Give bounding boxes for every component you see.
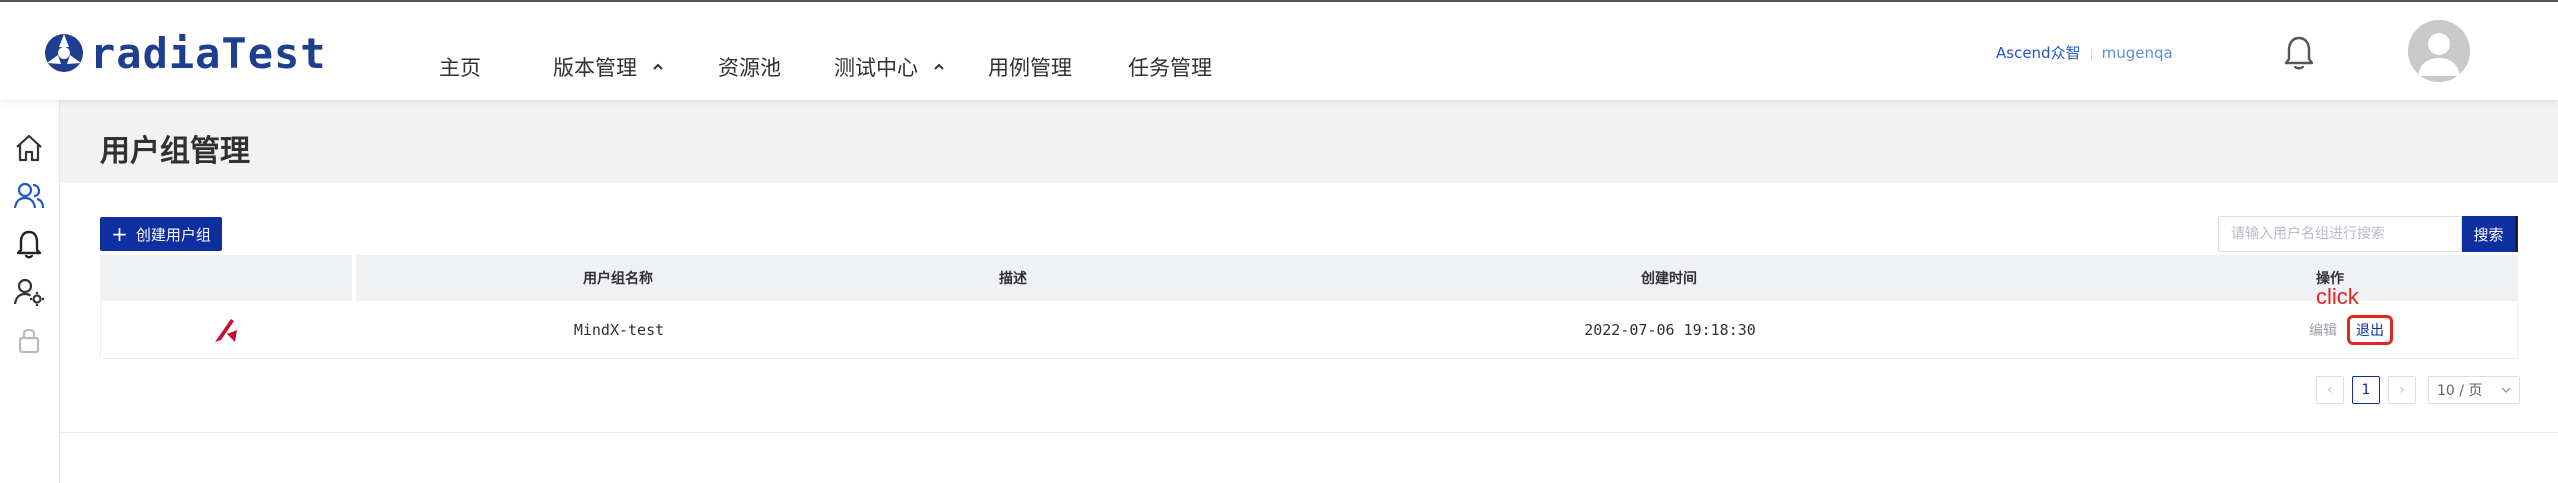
edit-link[interactable]: 编辑 — [2309, 320, 2337, 340]
prev-page-button[interactable]: ‹ — [2316, 376, 2344, 404]
exit-group-link[interactable]: 退出 — [2347, 314, 2393, 345]
nav-home[interactable]: 主页 — [439, 52, 481, 82]
logo-text: radiaTest — [90, 28, 327, 78]
nav-version-label: 版本管理 — [553, 56, 637, 80]
next-page-button[interactable]: › — [2388, 376, 2416, 404]
column-header-description: 描述 — [999, 271, 1027, 287]
page-size-select[interactable]: 10 / 页 — [2428, 376, 2520, 404]
create-button-label: 创建用户组 — [135, 225, 211, 244]
nav-case-management[interactable]: 用例管理 — [988, 52, 1072, 82]
click-annotation: click — [2316, 284, 2359, 309]
notification-bell-icon[interactable] — [2282, 34, 2316, 72]
column-header-name: 用户组名称 — [583, 271, 653, 287]
group-name-cell: MindX-test — [573, 320, 665, 339]
nav-version-management[interactable]: 版本管理 — [553, 52, 665, 82]
nav-case-label: 用例管理 — [988, 56, 1072, 80]
lock-icon[interactable] — [13, 324, 45, 356]
app-logo[interactable]: radiaTest — [42, 28, 327, 78]
pagination: ‹ 1 › 10 / 页 — [2316, 375, 2520, 405]
group-created-cell: 2022-07-06 19:18:30 — [1584, 320, 1756, 339]
left-sidebar — [0, 100, 60, 483]
page-title: 用户组管理 — [100, 134, 250, 169]
radiatest-logo-icon — [45, 34, 83, 72]
bell-icon[interactable] — [13, 228, 45, 260]
table-row: MindX-test 2022-07-06 19:18:30 编辑 退出 — [100, 301, 2518, 359]
nav-test-center-label: 测试中心 — [834, 56, 918, 80]
group-avatar — [101, 301, 353, 358]
create-user-group-button[interactable]: + 创建用户组 — [100, 217, 222, 251]
nav-test-center[interactable]: 测试中心 — [834, 52, 946, 82]
avatar-placeholder-icon — [2408, 20, 2470, 82]
main-content: + 创建用户组 搜索 用户组名称 描述 创建时间 操作 MindX-test 2… — [60, 183, 2558, 433]
user-name[interactable]: mugenqa — [2102, 44, 2173, 62]
nav-resource-label: 资源池 — [718, 56, 781, 80]
page-size-value: 10 / 页 — [2437, 383, 2483, 399]
nav-task-label: 任务管理 — [1128, 56, 1212, 80]
user-info: Ascend众智 mugenqa — [1996, 42, 2173, 63]
user-group-table: 用户组名称 描述 创建时间 操作 MindX-test 2022-07-06 1… — [100, 255, 2518, 359]
user-settings-icon[interactable] — [13, 276, 45, 308]
column-header-created: 创建时间 — [1641, 271, 1697, 287]
chevron-down-icon — [2501, 387, 2511, 393]
nav-resource-pool[interactable]: 资源池 — [718, 52, 781, 82]
search-button-label: 搜索 — [2473, 225, 2504, 244]
user-avatar[interactable] — [2408, 20, 2470, 82]
top-header: radiaTest 主页 版本管理 资源池 测试中心 用例管理 任务管理 Asc… — [0, 0, 2558, 100]
org-name[interactable]: Ascend众智 — [1996, 44, 2081, 62]
group-description-cell — [881, 301, 1147, 358]
plus-icon: + — [111, 222, 128, 246]
home-icon[interactable] — [13, 132, 45, 164]
users-icon[interactable] — [13, 180, 45, 212]
nav-home-label: 主页 — [439, 56, 481, 80]
red-a-logo-icon — [215, 318, 237, 342]
search-button[interactable]: 搜索 — [2462, 216, 2518, 252]
chevron-up-icon — [934, 63, 944, 70]
chevron-up-icon — [653, 63, 663, 70]
search-input[interactable] — [2218, 216, 2462, 252]
page-number-current[interactable]: 1 — [2352, 376, 2380, 404]
nav-task-management[interactable]: 任务管理 — [1128, 52, 1212, 82]
page-header: 用户组管理 — [60, 100, 2558, 183]
table-header: 用户组名称 描述 创建时间 操作 — [100, 255, 2518, 301]
divider — [2090, 47, 2092, 60]
